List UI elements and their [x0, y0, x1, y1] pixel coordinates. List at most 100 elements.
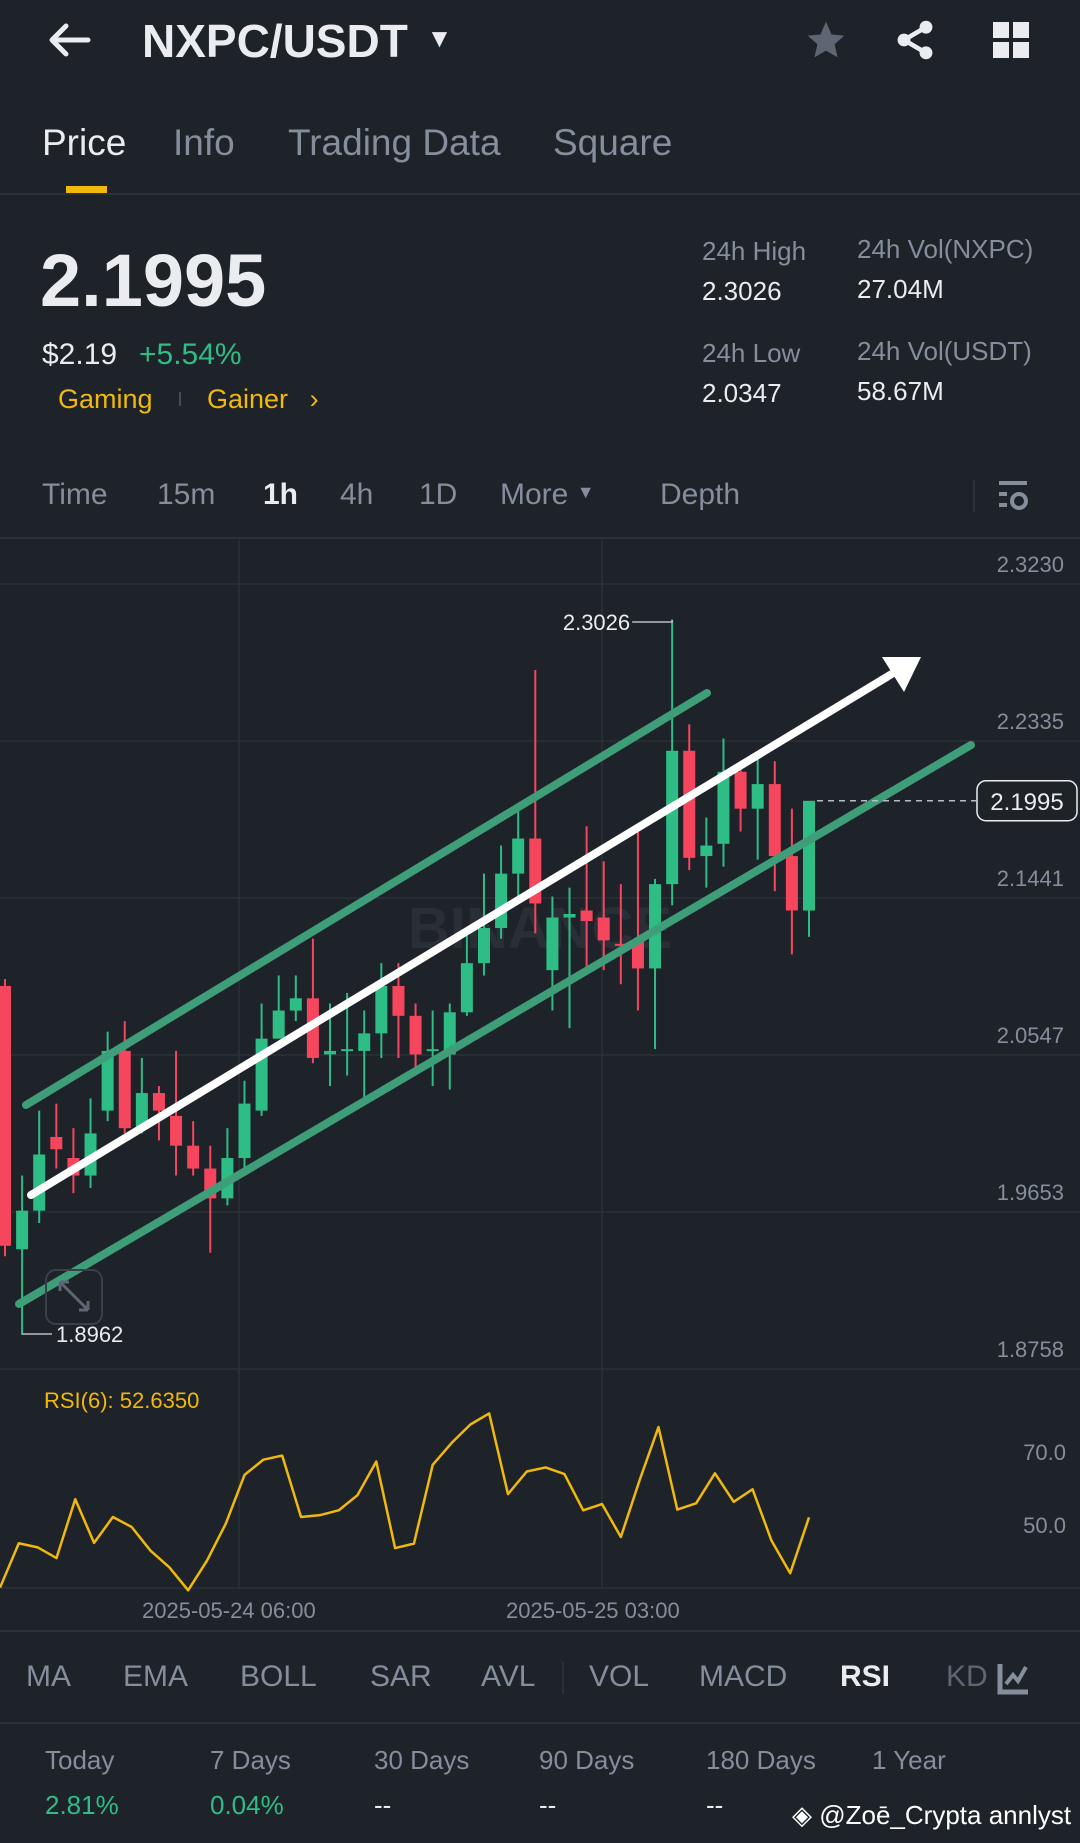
- candle-body: [33, 1154, 46, 1211]
- candle-body: [477, 928, 490, 964]
- candle: [785, 808, 798, 955]
- perf-today-value: 2.81%: [45, 1790, 119, 1820]
- low-marker-line: [21, 1333, 52, 1335]
- candle: [734, 768, 747, 832]
- rsi-tick-50: 50.0: [1023, 1513, 1066, 1538]
- candle-body: [50, 1136, 63, 1150]
- candle-body: [118, 1050, 131, 1129]
- candle: [221, 1128, 234, 1206]
- candle: [0, 978, 11, 1257]
- candle-body: [495, 873, 508, 929]
- indicator-settings-button[interactable]: [996, 1662, 1030, 1701]
- candle-body: [751, 784, 764, 809]
- indicator-ema[interactable]: EMA: [123, 1660, 188, 1694]
- candle-body: [341, 1049, 354, 1052]
- indicator-macd[interactable]: MACD: [699, 1660, 787, 1694]
- perf-90d-label: 90 Days: [539, 1745, 635, 1775]
- divider: [0, 1630, 1080, 1632]
- candle-body: [170, 1115, 183, 1146]
- candle: [101, 1031, 114, 1122]
- high-marker-line: [632, 619, 673, 623]
- chart-edit-icon: [997, 1664, 1028, 1695]
- low-marker-label: 1.8962: [56, 1322, 123, 1347]
- candle-body: [768, 784, 781, 857]
- candle-body: [272, 1010, 285, 1039]
- candle-body: [700, 845, 713, 857]
- candle-body: [734, 771, 747, 809]
- candle-body: [187, 1145, 200, 1169]
- indicator-ma[interactable]: MA: [26, 1660, 71, 1694]
- perf-today-label: Today: [45, 1745, 115, 1775]
- author-watermark: ◈ @Zoē_Crypta annlyst: [792, 1800, 1071, 1831]
- candle-body: [409, 1015, 422, 1055]
- candle: [512, 810, 525, 904]
- binance-logo-icon: ◈: [792, 1800, 812, 1830]
- y-tick-label: 1.8758: [997, 1337, 1064, 1362]
- candle: [33, 1110, 46, 1223]
- perf-7d-value: 0.04%: [210, 1790, 284, 1820]
- author-watermark-text: @Zoē_Crypta annlyst: [819, 1800, 1072, 1830]
- candle: [768, 761, 781, 892]
- high-marker-label: 2.3026: [563, 610, 630, 635]
- indicator-rsi[interactable]: RSI: [840, 1660, 890, 1694]
- y-tick-label: 2.0547: [997, 1023, 1064, 1048]
- rsi-tick-70: 70.0: [1023, 1440, 1066, 1465]
- trend-arrow-line: [27, 668, 899, 1199]
- candle: [84, 1098, 97, 1188]
- candle-body: [358, 1033, 371, 1051]
- candle-body: [238, 1103, 251, 1159]
- candle-body: [580, 910, 593, 922]
- candle-body: [683, 750, 696, 858]
- candle-body: [375, 985, 388, 1034]
- candle: [238, 1080, 251, 1176]
- perf-90d-value: --: [539, 1790, 557, 1820]
- candle-body: [512, 838, 525, 874]
- current-price-label: 2.1995: [990, 789, 1063, 816]
- candle: [50, 1103, 63, 1169]
- perf-1y-label: 1 Year: [872, 1745, 946, 1775]
- y-tick-label: 2.1441: [997, 866, 1064, 891]
- candle-body: [597, 917, 610, 941]
- indicator-kd[interactable]: KD: [946, 1660, 988, 1694]
- candlestick-chart[interactable]: 2.32302.23352.14412.05471.96531.8758BINA…: [0, 0, 1080, 1843]
- candle-body: [785, 856, 798, 911]
- x-tick-1: 2025-05-24 06:00: [142, 1598, 316, 1623]
- candle: [426, 1010, 439, 1087]
- candle-body: [289, 998, 302, 1011]
- candle-body: [803, 800, 815, 911]
- perf-180d-value: --: [706, 1790, 724, 1820]
- candle: [666, 619, 679, 906]
- candle: [272, 975, 285, 1039]
- candle-body: [324, 1050, 337, 1055]
- candle: [803, 800, 815, 937]
- rsi-line: [0, 1412, 811, 1592]
- rsi-label: RSI(6): 52.6350: [44, 1388, 200, 1413]
- x-tick-2: 2025-05-25 03:00: [506, 1598, 680, 1623]
- y-tick-label: 1.9653: [997, 1180, 1064, 1205]
- candle: [700, 817, 713, 888]
- indicator-vol[interactable]: VOL: [589, 1660, 649, 1694]
- perf-30d-label: 30 Days: [374, 1745, 470, 1775]
- divider: [0, 1722, 1080, 1724]
- y-tick-label: 2.3230: [997, 552, 1064, 577]
- candle-body: [460, 963, 473, 1013]
- y-tick-label: 2.2335: [997, 709, 1064, 734]
- candle: [118, 1021, 131, 1134]
- candle-body: [16, 1210, 29, 1250]
- divider: [562, 1662, 564, 1694]
- candle: [289, 975, 302, 1022]
- candle: [67, 1128, 80, 1194]
- candle: [495, 845, 508, 939]
- candle: [306, 938, 319, 1064]
- perf-180d-label: 180 Days: [706, 1745, 816, 1775]
- candle-body: [392, 985, 405, 1016]
- indicator-boll[interactable]: BOLL: [240, 1660, 317, 1694]
- indicator-avl[interactable]: AVL: [481, 1660, 535, 1694]
- perf-7d-label: 7 Days: [210, 1745, 291, 1775]
- indicator-sar[interactable]: SAR: [370, 1660, 432, 1694]
- candle-body: [426, 1049, 439, 1052]
- candle-body: [152, 1093, 165, 1111]
- candle-body: [0, 985, 11, 1246]
- candle: [717, 738, 730, 867]
- candle: [204, 1145, 217, 1253]
